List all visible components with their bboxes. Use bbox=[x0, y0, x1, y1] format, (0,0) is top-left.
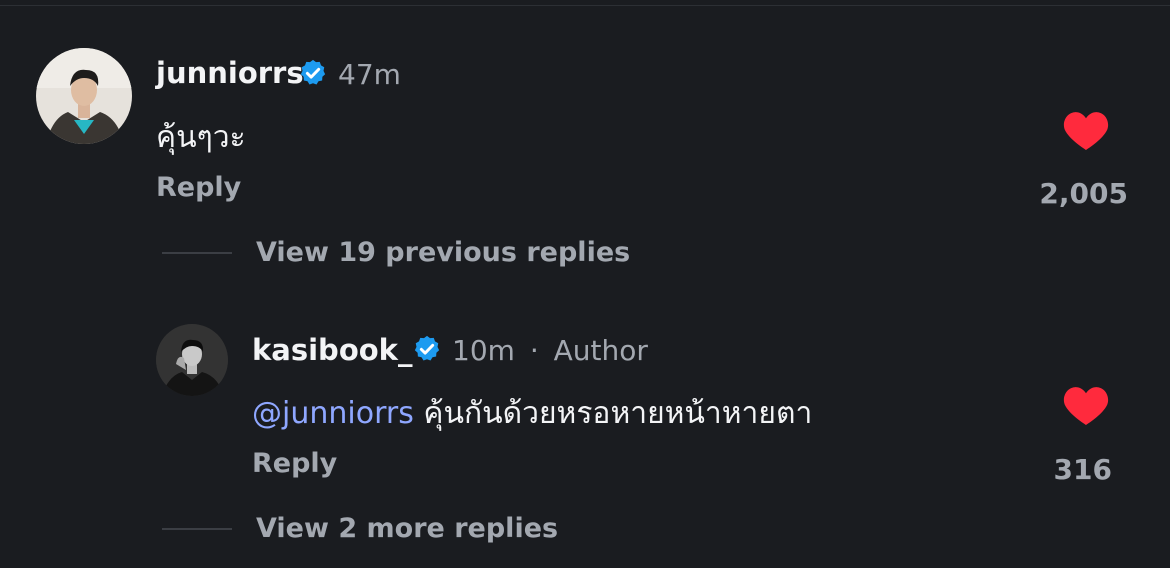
meta-separator: · bbox=[529, 334, 539, 367]
avatar-junniorrs[interactable] bbox=[36, 48, 132, 144]
comment-username[interactable]: junniorrs bbox=[156, 56, 304, 90]
comment-like-count: 2,005 bbox=[1039, 177, 1128, 210]
mention-link[interactable]: @junniorrs bbox=[252, 396, 414, 431]
thread-line bbox=[162, 528, 232, 530]
verified-icon bbox=[412, 334, 442, 368]
thread-line bbox=[162, 252, 232, 254]
verified-icon bbox=[298, 58, 328, 92]
reply-time: 10m bbox=[452, 334, 515, 367]
reply-meta: 10m · Author bbox=[452, 334, 648, 367]
reply-text: คุ้นกันด้วยหรอหายหน้าหายตา bbox=[423, 396, 813, 431]
heart-icon[interactable] bbox=[1062, 383, 1110, 431]
comment-text: คุ้นๆวะ bbox=[156, 120, 246, 155]
view-previous-replies-button[interactable]: View 19 previous replies bbox=[256, 237, 630, 268]
author-badge: Author bbox=[553, 334, 648, 367]
reply-text-line: @junniorrs คุ้นกันด้วยหรอหายหน้าหายตา bbox=[252, 390, 812, 437]
comment-time: 47m bbox=[338, 58, 401, 91]
reply-username[interactable]: kasibook_ bbox=[252, 333, 412, 367]
top-divider bbox=[0, 5, 1170, 6]
view-more-replies-button[interactable]: View 2 more replies bbox=[256, 513, 558, 544]
avatar-kasibook[interactable] bbox=[156, 324, 228, 396]
comment-reply-button[interactable]: Reply bbox=[156, 172, 241, 203]
heart-icon[interactable] bbox=[1062, 108, 1110, 156]
reply-reply-button[interactable]: Reply bbox=[252, 448, 337, 479]
reply-like-count: 316 bbox=[1053, 453, 1112, 486]
